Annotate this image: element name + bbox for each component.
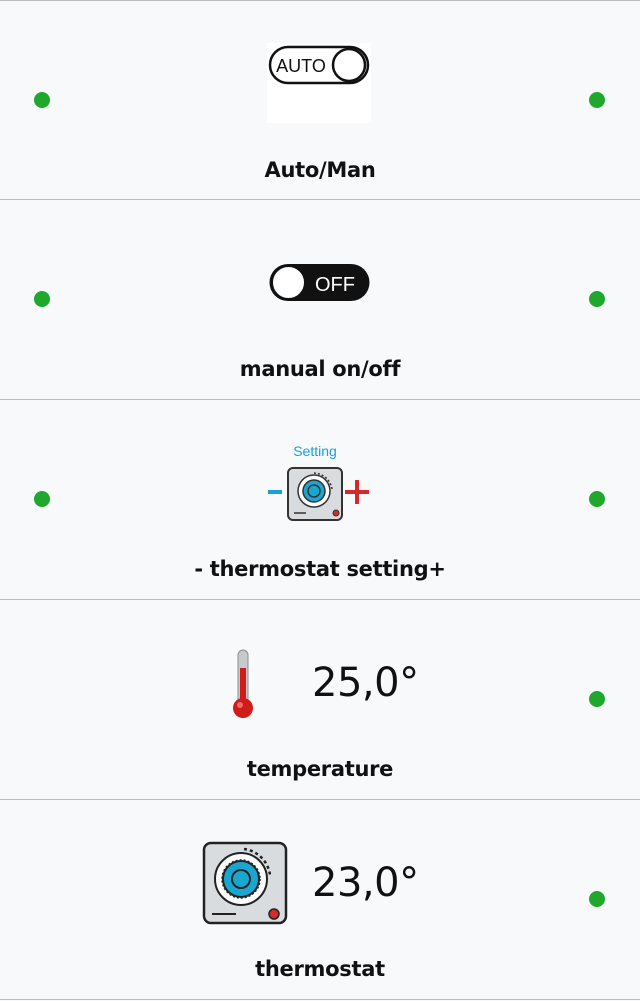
status-dot-right	[589, 491, 605, 507]
status-dot-left	[34, 491, 50, 507]
setting-caption: Setting	[293, 443, 337, 459]
status-dot-right	[589, 291, 605, 307]
auto-toggle-text: AUTO	[276, 56, 326, 76]
off-toggle-text: OFF	[315, 274, 355, 296]
thermometer-icon	[230, 648, 258, 720]
status-dot-left	[34, 291, 50, 307]
row-temperature[interactable]: 25,0° temperature	[0, 599, 640, 798]
row-label: - thermostat setting+	[194, 557, 446, 581]
temperature-value: 25,0°	[312, 660, 419, 706]
thermostat-setting-control: Setting	[266, 442, 378, 524]
row-auto-man[interactable]: AUTO Auto/Man	[0, 0, 640, 199]
status-dot-right	[589, 691, 605, 707]
device-list: AUTO Auto/Man OFF manual on/off Setting	[0, 0, 640, 1001]
row-label: Auto/Man	[264, 158, 376, 182]
minus-button[interactable]	[268, 490, 282, 494]
row-thermostat-setting[interactable]: Setting - thermostat setting+	[0, 399, 640, 598]
thermostat-dial-icon	[202, 841, 288, 925]
thermostat-value: 23,0°	[312, 860, 419, 906]
row-thermostat[interactable]: 23,0° thermostat	[0, 799, 640, 1000]
row-manual-on-off[interactable]: OFF manual on/off	[0, 199, 640, 398]
row-label: temperature	[246, 757, 394, 781]
status-dot-right	[589, 891, 605, 907]
auto-toggle-icon[interactable]: AUTO	[267, 43, 371, 123]
status-dot-left	[34, 92, 50, 108]
row-label: thermostat	[255, 957, 385, 981]
status-dot-right	[589, 92, 605, 108]
row-label: manual on/off	[239, 357, 401, 381]
off-toggle-icon[interactable]: OFF	[268, 262, 372, 304]
thermostat-dial-icon	[287, 467, 343, 521]
plus-button[interactable]	[345, 480, 369, 504]
